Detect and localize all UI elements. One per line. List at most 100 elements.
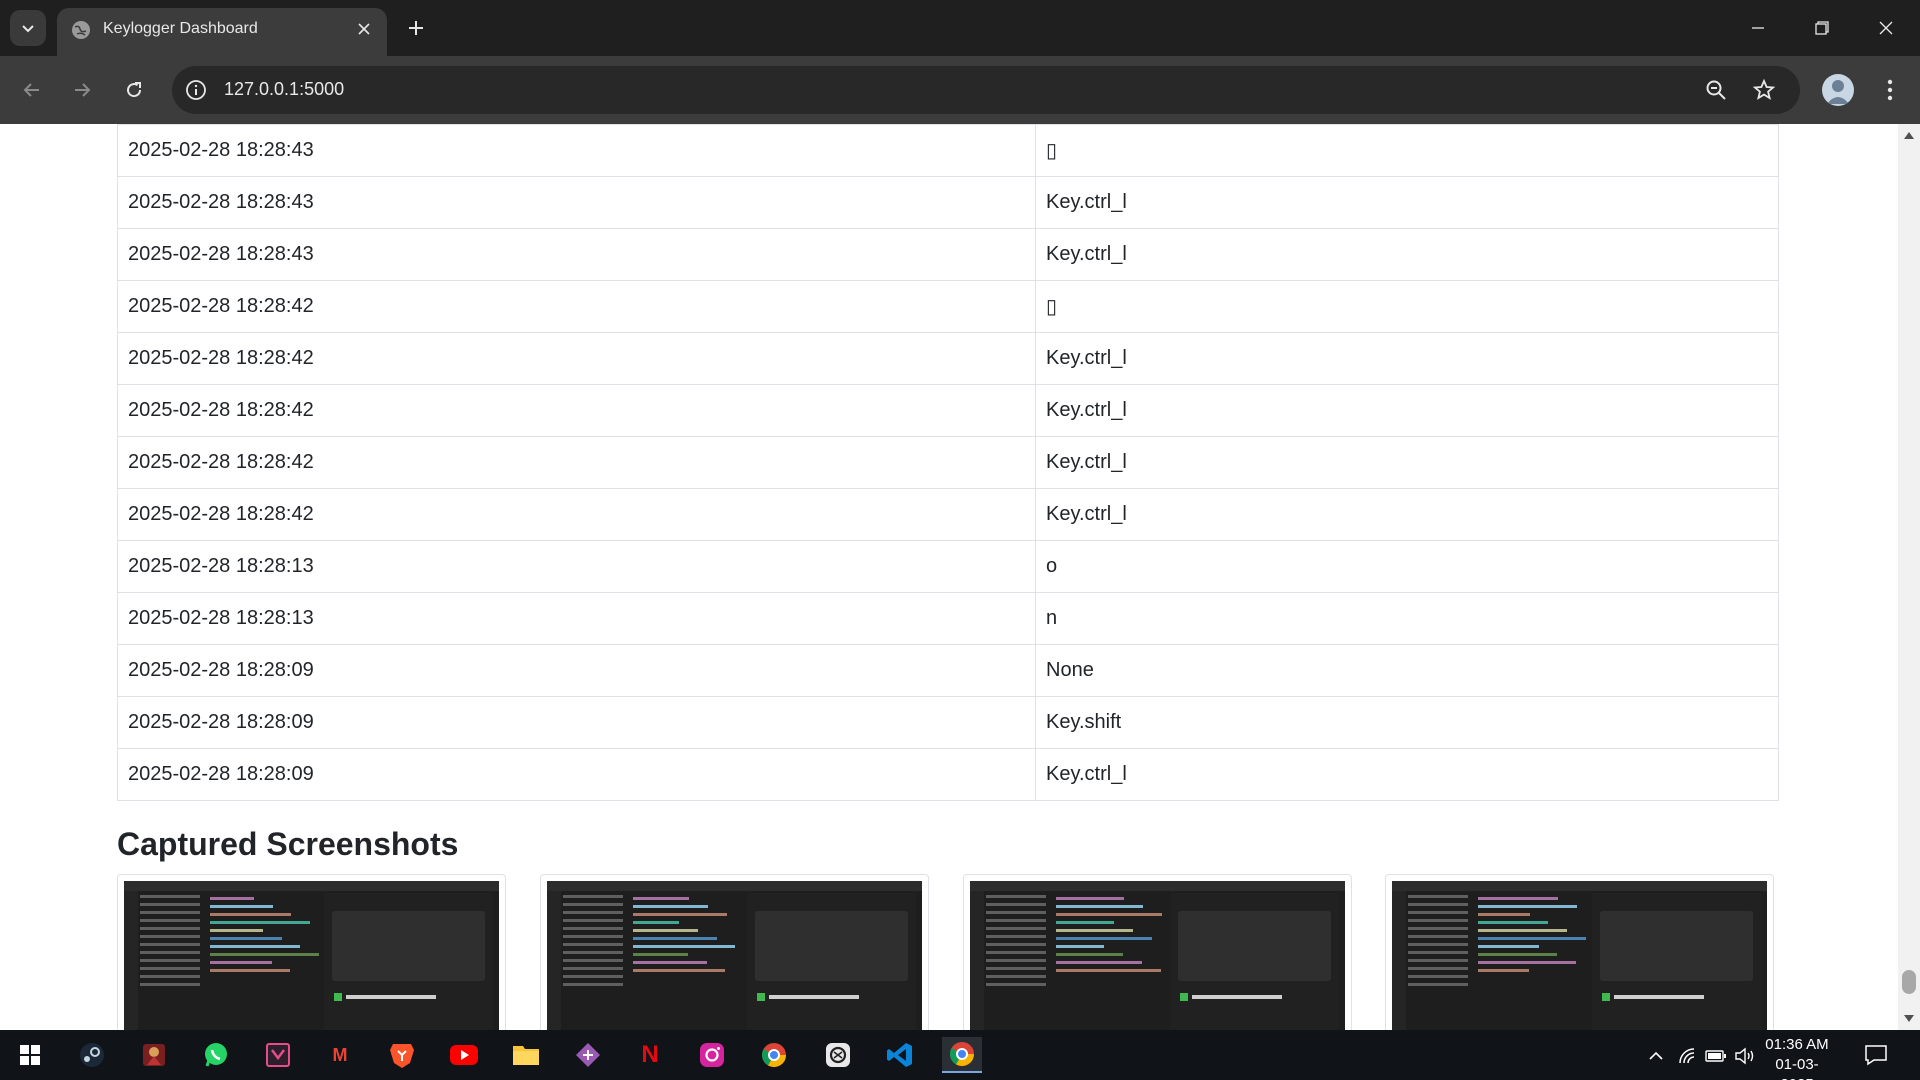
restore-button[interactable] [1800,8,1844,48]
key-cell: n [1035,592,1779,645]
globe-icon [72,21,90,39]
info-icon [186,80,206,100]
diamond-app-icon [576,1043,600,1067]
zoom-button[interactable] [1702,76,1730,104]
tray-overflow-button[interactable] [1644,1044,1668,1068]
taskbar-app[interactable] [258,1037,298,1073]
timestamp-cell: 2025-02-28 18:28:09 [117,696,1036,749]
screenshot-thumbnail[interactable] [963,874,1352,1030]
key-cell: None [1035,644,1779,697]
key-cell: Key.ctrl_l [1035,228,1779,281]
clock-date: 01-03-2025 [1775,1056,1819,1080]
system-clock[interactable]: 01:36 AM 01-03-2025 [1762,1035,1832,1080]
battery-status[interactable] [1704,1044,1728,1068]
chrome-active-app[interactable] [942,1037,982,1073]
tab-search-button[interactable] [10,10,46,46]
wifi-icon [1679,1048,1695,1064]
speaker-icon [1735,1047,1754,1065]
timestamp-cell: 2025-02-28 18:28:42 [117,280,1036,333]
reload-button[interactable] [116,72,152,108]
game-app[interactable] [134,1037,174,1073]
avatar-icon [1827,80,1849,104]
screenshot-thumbnail[interactable] [1385,874,1774,1030]
browser-menu-button[interactable] [1874,74,1906,106]
clock-time: 01:36 AM [1765,1036,1829,1053]
table-row: 2025-02-28 18:28:43 Key.ctrl_l [117,228,1779,281]
back-button[interactable] [14,72,50,108]
scroll-down-arrow[interactable] [1904,1015,1914,1022]
arrow-left-icon [23,83,39,97]
chatgpt-app[interactable] [818,1037,858,1073]
network-status[interactable] [1676,1044,1700,1068]
table-row: 2025-02-28 18:28:42 Key.ctrl_l [117,384,1779,437]
scroll-up-arrow[interactable] [1904,132,1914,139]
key-cell: Key.ctrl_l [1035,436,1779,489]
minimize-icon [1752,27,1764,29]
kebab-menu-icon [1887,79,1893,101]
table-row: 2025-02-28 18:28:09 None [117,644,1779,697]
instagram-app[interactable] [692,1037,732,1073]
volume-control[interactable] [1734,1044,1758,1068]
url-text[interactable]: 127.0.0.1:5000 [224,79,344,100]
tab-strip: Keylogger Dashboard [0,0,1920,56]
netflix-app[interactable]: N [630,1037,670,1073]
zoom-out-icon [1706,80,1726,100]
chatgpt-icon [826,1043,850,1067]
chrome-app[interactable] [754,1037,794,1073]
gmail-icon: M [332,1044,348,1065]
timestamp-cell: 2025-02-28 18:28:13 [117,592,1036,645]
chrome-icon [761,1043,786,1068]
timestamp-cell: 2025-02-28 18:28:42 [117,488,1036,541]
youtube-icon [450,1045,478,1065]
scrollbar-thumb[interactable] [1902,970,1916,994]
app-icon [266,1043,290,1067]
steam-app[interactable] [72,1037,112,1073]
brave-app[interactable] [382,1037,422,1073]
profile-avatar[interactable] [1822,74,1854,106]
forward-button[interactable] [64,72,100,108]
restore-icon [1815,21,1829,35]
notification-center-button[interactable] [1864,1044,1888,1066]
timestamp-cell: 2025-02-28 18:28:42 [117,384,1036,437]
vscode-app[interactable] [880,1037,920,1073]
key-cell: Key.ctrl_l [1035,384,1779,437]
tab-keylogger-dashboard[interactable]: Keylogger Dashboard [57,8,387,56]
taskbar-app[interactable] [568,1037,608,1073]
table-row: 2025-02-28 18:28:09 Key.shift [117,696,1779,749]
table-row: 2025-02-28 18:28:42 Key.ctrl_l [117,488,1779,541]
whatsapp-app[interactable] [196,1037,236,1073]
start-button[interactable] [10,1037,50,1073]
timestamp-cell: 2025-02-28 18:28:42 [117,332,1036,385]
screenshot-thumbnail[interactable] [117,874,506,1030]
whatsapp-icon [205,1043,227,1067]
page-scrollbar[interactable] [1898,124,1920,1030]
plus-icon [409,21,423,35]
site-info-button[interactable] [182,76,210,104]
new-tab-button[interactable] [400,12,432,44]
browser-toolbar: 127.0.0.1:5000 [0,56,1920,124]
chevron-down-icon [22,25,34,33]
instagram-icon [700,1043,724,1067]
close-window-button[interactable] [1864,8,1908,48]
timestamp-cell: 2025-02-28 18:28:43 [117,228,1036,281]
close-tab-button[interactable] [353,18,375,40]
youtube-app[interactable] [444,1037,484,1073]
key-cell: ▯ [1035,280,1779,333]
timestamp-cell: 2025-02-28 18:28:42 [117,436,1036,489]
key-cell: Key.ctrl_l [1035,176,1779,229]
screenshots-heading: Captured Screenshots [117,826,459,862]
address-bar[interactable]: 127.0.0.1:5000 [172,66,1800,114]
gmail-app[interactable]: M [320,1037,360,1073]
key-cell: o [1035,540,1779,593]
table-row: 2025-02-28 18:28:42 ▯ [117,280,1779,333]
screenshot-image [124,881,499,1030]
bookmark-button[interactable] [1750,76,1778,104]
file-explorer-app[interactable] [506,1037,546,1073]
battery-icon [1705,1050,1726,1062]
screenshot-thumbnail[interactable] [540,874,929,1030]
close-icon [358,23,370,35]
arrow-right-icon [75,83,91,97]
minimize-button[interactable] [1736,8,1780,48]
keystroke-log-table: 2025-02-28 18:28:43 ▯ 2025-02-28 18:28:43 K… [117,124,1779,801]
screenshot-image [970,881,1345,1030]
